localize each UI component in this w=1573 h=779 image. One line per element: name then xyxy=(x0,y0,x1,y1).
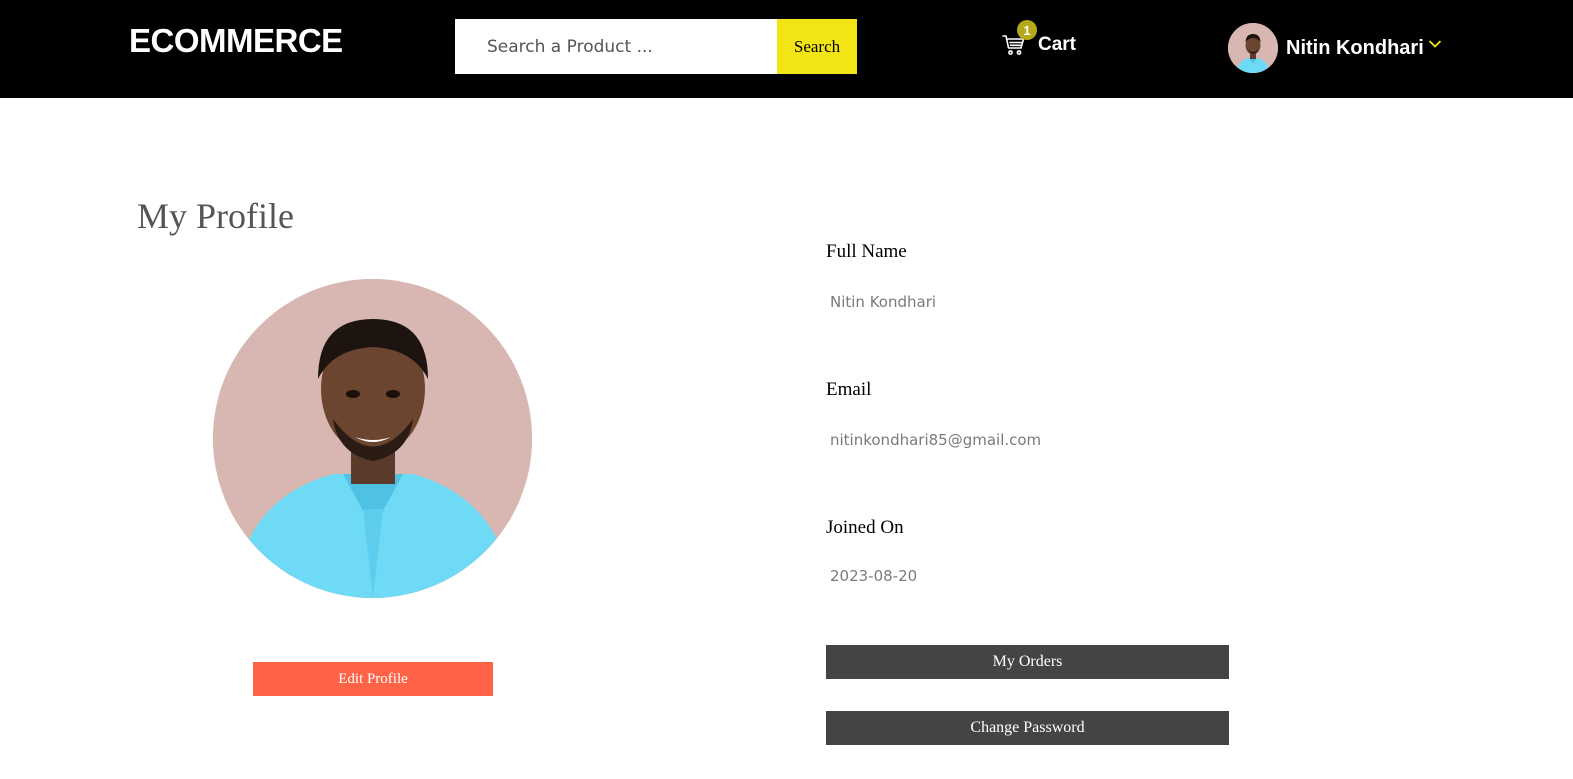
page-title: My Profile xyxy=(137,196,294,236)
search-button[interactable]: Search xyxy=(777,19,857,74)
full-name-value: Nitin Kondhari xyxy=(830,293,937,311)
cart-label: Cart xyxy=(1038,34,1077,55)
cart-count-badge: 1 xyxy=(1017,20,1037,40)
edit-profile-button[interactable]: Edit Profile xyxy=(253,662,493,696)
user-avatar xyxy=(1228,23,1278,73)
chevron-down-icon xyxy=(1428,36,1442,54)
email-value: nitinkondhari85@gmail.com xyxy=(830,431,1042,449)
cart-link[interactable]: Cart xyxy=(1002,30,1076,60)
search-input[interactable] xyxy=(455,19,777,74)
change-password-button[interactable]: Change Password xyxy=(826,711,1229,745)
user-name: Nitin Kondhari xyxy=(1286,36,1424,59)
email-label: Email xyxy=(826,379,872,400)
joined-on-label: Joined On xyxy=(826,517,904,538)
search-form: Search xyxy=(455,19,857,74)
navbar: ECOMMERCE Search Cart 1 xyxy=(0,0,1573,98)
profile-photo xyxy=(213,279,532,598)
site-logo[interactable]: ECOMMERCE xyxy=(129,22,343,60)
joined-on-value: 2023-08-20 xyxy=(830,567,918,585)
my-orders-button[interactable]: My Orders xyxy=(826,645,1229,679)
full-name-label: Full Name xyxy=(826,241,907,262)
user-menu[interactable]: Nitin Kondhari xyxy=(1228,23,1442,73)
